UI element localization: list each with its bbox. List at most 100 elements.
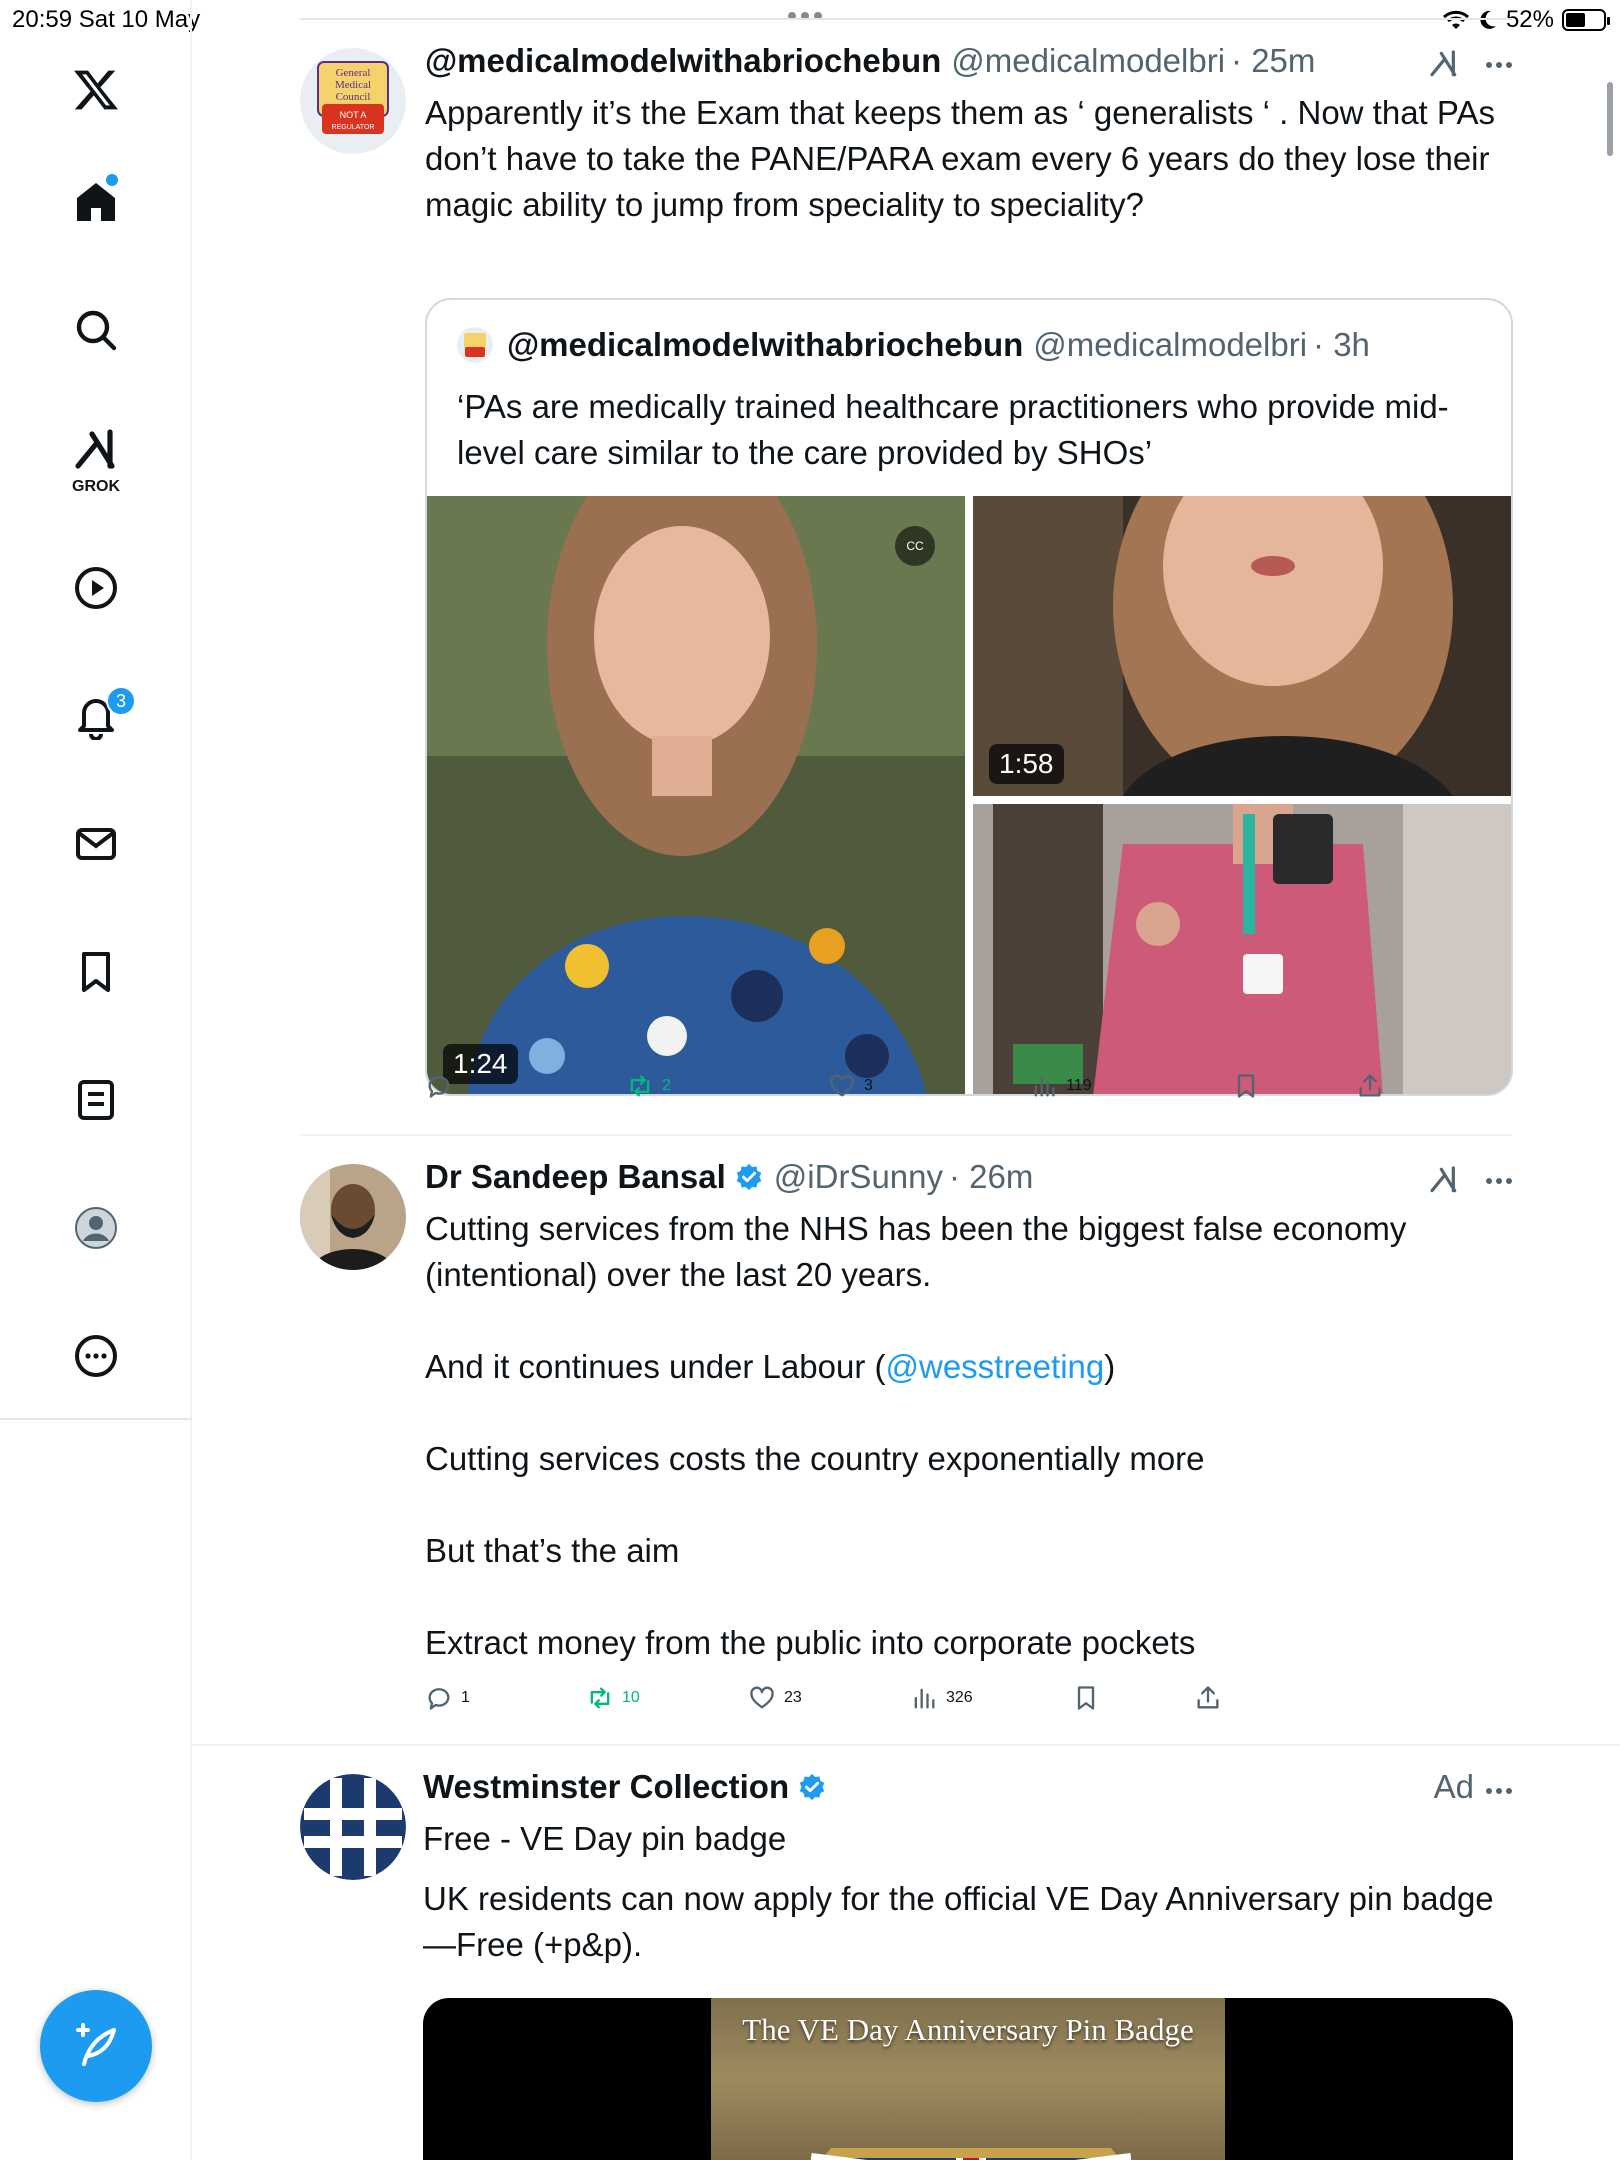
post-time[interactable]: · 26m [949,1158,1033,1196]
quoted-tweet[interactable]: @medicalmodelwithabriochebun @medicalmod… [425,298,1513,1096]
author-name[interactable]: @medicalmodelwithabriochebun [425,42,941,80]
verified-badge-icon [736,1163,762,1191]
video-play-icon[interactable] [62,554,130,622]
share-button[interactable] [1194,1684,1222,1712]
heart-icon [830,1074,854,1097]
tweet-paragraph: Extract money from the public into corpo… [425,1624,1196,1661]
svg-text:Council: Council [336,91,371,103]
like-count: 3 [864,1077,873,1094]
more-menu-icon[interactable] [1486,1178,1512,1184]
closed-captions-icon[interactable]: CC [895,526,935,566]
ad-headline: Free - VE Day pin badge [423,1820,787,1857]
heart-icon [750,1686,774,1709]
grok-explain-icon[interactable] [1428,48,1460,80]
like-button[interactable]: 3 [828,1072,873,1100]
scrollbar-thumb[interactable] [1607,82,1613,156]
svg-text:General: General [336,67,371,79]
more-menu-icon[interactable] [1486,1788,1512,1794]
bookmark-icon [1077,1686,1095,1710]
author-handle[interactable]: @medicalmodelbri [951,42,1225,80]
post-time[interactable]: · 25m [1231,42,1315,80]
view-count: 119 [1066,1077,1092,1094]
views-chart-icon [914,1688,935,1709]
sidebar: GROK 3 [0,0,192,2160]
quoted-tweet-header: @medicalmodelwithabriochebun @medicalmod… [457,326,1370,364]
retweet-button[interactable]: 10 [586,1684,640,1712]
tweet-divider [192,1744,1620,1746]
tweet-paragraph: And it continues under Labour (@wesstree… [425,1344,1505,1390]
mention-link[interactable]: @wesstreeting [885,1348,1104,1385]
compose-feather-icon [76,2023,116,2066]
compose-post-button[interactable] [40,1990,152,2102]
reply-icon [428,1688,450,1710]
ad-text: UK residents can now apply for the offic… [423,1880,1494,1963]
video-thumbnail-2[interactable]: 1:58 [973,496,1511,796]
share-upload-icon [1359,1074,1381,1097]
retweet-icon [590,1687,610,1709]
author-handle[interactable]: @iDrSunny [774,1158,943,1196]
bookmark-button[interactable] [1232,1072,1260,1100]
x-logo-icon[interactable] [62,56,130,124]
messages-envelope-icon[interactable] [62,810,130,878]
status-indicators: 52% [1442,6,1610,34]
tweet-text: Apparently it’s the Exam that keeps them… [425,94,1495,223]
bookmark-button[interactable] [1072,1684,1100,1712]
verified-badge-icon [799,1773,825,1801]
quoted-author-handle: @medicalmodelbri [1033,326,1308,363]
ad-image: The VE Day Anniversary Pin Badge [711,1998,1225,2160]
tweet-text-segment: And it continues under Labour ( [425,1348,886,1385]
views-button[interactable]: 326 [910,1684,973,1712]
advertiser-logo[interactable] [300,1774,406,1880]
home-icon[interactable] [62,168,130,236]
top-divider [300,18,1512,20]
wifi-icon [1442,10,1469,29]
reply-button[interactable]: 1 [425,1684,470,1712]
search-icon[interactable] [62,296,130,364]
author-name[interactable]: Dr Sandeep Bansal [425,1158,726,1196]
views-button[interactable]: 119 [1030,1072,1092,1100]
like-count: 23 [784,1689,802,1706]
video-duration: 1:58 [989,744,1064,784]
share-upload-icon [1197,1686,1219,1709]
tweet-ad[interactable]: Westminster Collection Ad Free - VE Day … [300,1768,1513,2160]
video-thumbnail-1[interactable]: CC 1:24 [427,496,965,1094]
advertiser-name[interactable]: Westminster Collection [423,1768,789,1806]
more-menu-icon[interactable] [1486,62,1512,68]
view-count: 326 [946,1689,973,1706]
retweet-button[interactable]: 2 [626,1072,671,1100]
image-thumbnail-3[interactable] [973,804,1511,1094]
tweet-header: @medicalmodelwithabriochebun @medicalmod… [425,42,1315,80]
battery-icon [1562,9,1610,31]
more-options-icon[interactable] [62,1322,130,1390]
bookmarks-icon[interactable] [62,938,130,1006]
ad-image-card[interactable]: The VE Day Anniversary Pin Badge [423,1998,1513,2160]
tweet-header: Dr Sandeep Bansal @iDrSunny · 26m [425,1158,1033,1196]
grok-icon[interactable] [62,416,130,484]
reply-icon [428,1076,450,1098]
moon-icon [1480,10,1496,29]
profile-avatar-icon[interactable] [62,1194,130,1262]
like-button[interactable]: 23 [748,1684,802,1712]
grok-explain-icon[interactable] [1428,1164,1460,1196]
avatar[interactable] [300,1164,406,1270]
tweet-2[interactable]: Dr Sandeep Bansal @iDrSunny · 26m Cuttin… [300,1158,1512,1734]
tweet-paragraph: Cutting services from the NHS has been t… [425,1210,1407,1293]
bookmark-icon [1237,1074,1255,1098]
lists-icon[interactable] [62,1066,130,1134]
tweet-1[interactable]: General Medical Council NOT A REGULATOR … [300,42,1513,1138]
share-button[interactable] [1356,1072,1384,1100]
quoted-tweet-text: ‘PAs are medically trained healthcare pr… [457,388,1449,471]
union-jack-badge-image [810,2148,1132,2160]
avatar[interactable]: General Medical Council NOT A REGULATOR [300,48,406,154]
reply-button[interactable] [425,1072,461,1100]
views-chart-icon [1034,1076,1055,1097]
quoted-avatar [457,327,493,363]
tweet-text: Cutting services from the NHS has been t… [425,1206,1505,1666]
photo-scrubs-selfie [973,804,1511,1094]
quoted-post-time: · 3h [1313,326,1370,363]
reply-count: 1 [461,1689,470,1706]
home-unread-dot [106,174,118,186]
notifications-count-badge: 3 [106,686,136,716]
ad-label: Ad [1433,1768,1474,1805]
battery-percent: 52% [1505,6,1554,33]
